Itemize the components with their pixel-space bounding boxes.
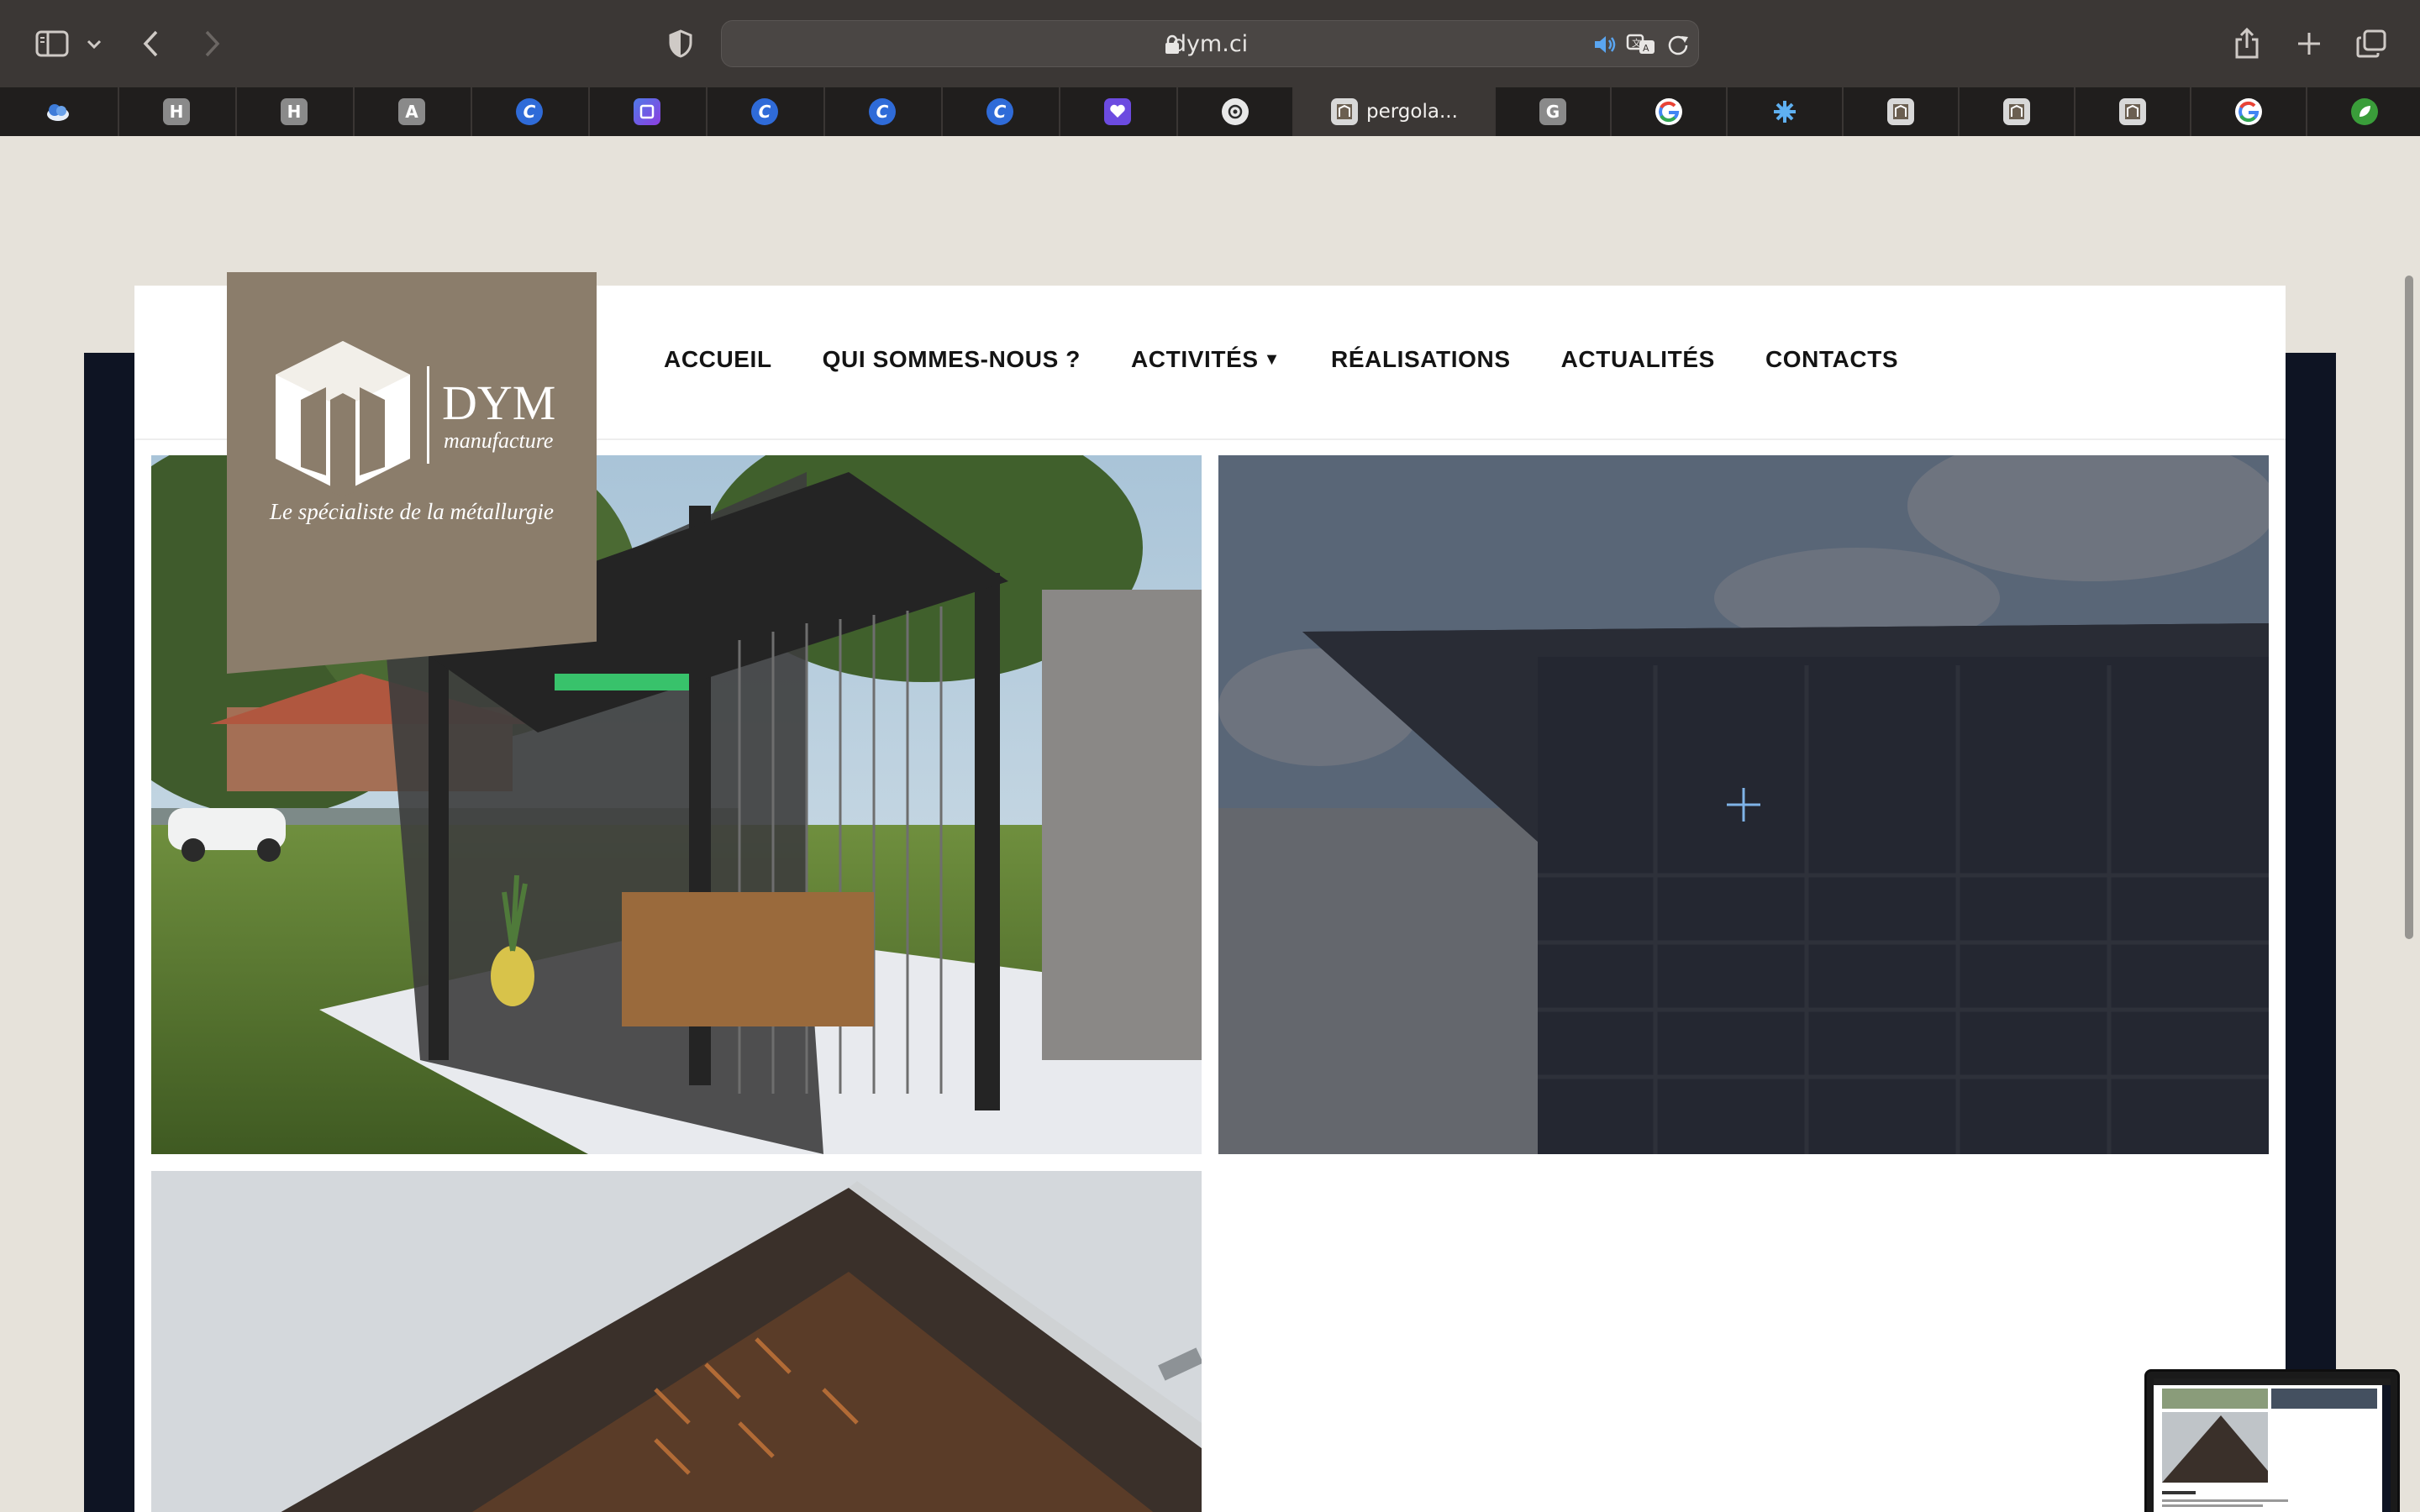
tab[interactable] (2074, 87, 2190, 136)
nav-qui-sommes-nous[interactable]: QUI SOMMES-NOUS ? (823, 346, 1081, 373)
google-icon (1655, 98, 1682, 125)
dym-cube-logo-icon (276, 341, 410, 496)
heart-icon (1104, 98, 1131, 125)
browser-toolbar: dym.ci 文A (0, 0, 2420, 87)
h-favicon: H (163, 98, 190, 125)
address-bar[interactable]: dym.ci 文A (721, 20, 1699, 67)
openai-icon (1222, 98, 1249, 125)
svg-text:A: A (1643, 43, 1649, 54)
tab[interactable] (1726, 87, 1842, 136)
c-favicon: C (869, 98, 896, 125)
tab[interactable] (2190, 87, 2306, 136)
tab[interactable] (1958, 87, 2074, 136)
pergola-photo-2[interactable] (1218, 455, 2269, 1154)
nav-realisations[interactable]: RÉALISATIONS (1331, 346, 1511, 373)
tab-overview-icon[interactable] (2348, 20, 2395, 67)
tab[interactable]: C (471, 87, 587, 136)
c-favicon: C (516, 98, 543, 125)
dym-favicon (1887, 98, 1914, 125)
gear-flower-icon (1771, 98, 1798, 125)
tab[interactable]: H (235, 87, 351, 136)
tab[interactable] (1842, 87, 1958, 136)
speaker-icon[interactable] (1592, 33, 1618, 60)
forward-arrow-icon[interactable] (188, 20, 235, 67)
preview-content (2154, 1378, 2391, 1512)
h-favicon: H (281, 98, 308, 125)
tab[interactable]: H (118, 87, 234, 136)
tab[interactable] (1059, 87, 1175, 136)
sidebar-toggle-icon[interactable] (29, 20, 76, 67)
nav-actualites[interactable]: ACTUALITÉS (1561, 346, 1715, 373)
caret-down-icon: ▼ (1263, 349, 1281, 369)
translate-icon[interactable]: 文A (1626, 33, 1658, 60)
web-page: ACCUEIL QUI SOMMES-NOUS ? ACTIVITÉS ▼ RÉA… (0, 136, 2420, 1512)
url-text: dym.ci (1171, 31, 1249, 57)
logo-subtitle: manufacture (444, 428, 554, 453)
tab[interactable] (1176, 87, 1292, 136)
tab[interactable]: C (823, 87, 939, 136)
screen-icon (634, 98, 660, 125)
tab-title: pergola... (1366, 101, 1458, 123)
dym-favicon (1331, 98, 1358, 125)
cloud-icon (45, 98, 71, 125)
reload-icon[interactable] (1666, 33, 1690, 60)
site-logo[interactable]: DYM manufacture Le spécialiste de la mét… (227, 272, 597, 674)
back-arrow-icon[interactable] (128, 20, 175, 67)
chevron-down-icon[interactable] (76, 20, 113, 67)
logo-title: DYM (442, 375, 556, 430)
page-scrollbar[interactable] (2405, 276, 2413, 939)
tab[interactable]: C (706, 87, 822, 136)
svg-text:文: 文 (1632, 37, 1641, 49)
new-tab-plus-icon[interactable] (2286, 20, 2333, 67)
pergola-photo-3[interactable] (151, 1171, 1202, 1512)
nav-contacts[interactable]: CONTACTS (1765, 346, 1898, 373)
a-favicon: A (398, 98, 425, 125)
tab-active[interactable]: pergola... (1292, 87, 1494, 136)
tab[interactable]: G (1494, 87, 1610, 136)
google-icon (2235, 98, 2262, 125)
tab[interactable] (588, 87, 704, 136)
share-icon[interactable] (2223, 20, 2270, 67)
tab[interactable]: C (941, 87, 1057, 136)
privacy-shield-icon[interactable] (657, 20, 704, 67)
tab-bar: H H A C C C C pergola... G (0, 87, 2420, 136)
tab[interactable] (1610, 87, 1726, 136)
leaf-icon (2351, 98, 2378, 125)
page-preview-thumbnail[interactable] (2144, 1369, 2400, 1512)
tab[interactable] (2306, 87, 2420, 136)
dark-frame-right (2284, 353, 2336, 1512)
dym-favicon (2119, 98, 2146, 125)
dym-favicon (2003, 98, 2030, 125)
c-favicon: C (986, 98, 1013, 125)
c-favicon: C (751, 98, 778, 125)
nav-accueil[interactable]: ACCUEIL (664, 346, 772, 373)
g-favicon: G (1539, 98, 1566, 125)
tab[interactable] (0, 87, 116, 136)
nav-activites[interactable]: ACTIVITÉS ▼ (1131, 346, 1281, 373)
tab[interactable]: A (353, 87, 469, 136)
main-nav: ACCUEIL QUI SOMMES-NOUS ? ACTIVITÉS ▼ RÉA… (664, 346, 1949, 373)
logo-divider (427, 366, 429, 464)
logo-tagline: Le spécialiste de la métallurgie (270, 499, 554, 524)
